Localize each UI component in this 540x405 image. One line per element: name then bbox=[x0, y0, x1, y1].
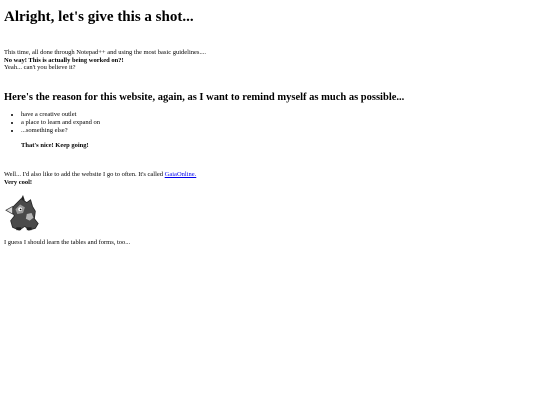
list-item: ...something else? bbox=[21, 127, 534, 135]
reason-heading: Here's the reason for this website, agai… bbox=[4, 91, 405, 103]
gaia-mascot-icon bbox=[5, 194, 39, 231]
page-content: Alright, let's give this a shot... This … bbox=[4, 0, 534, 247]
website-reaction: Very cool! bbox=[4, 178, 33, 186]
website-text: Well... I'd also like to add the website… bbox=[4, 170, 165, 178]
gaiaonline-link[interactable]: GaiaOnline. bbox=[165, 171, 197, 178]
list-item: a place to learn and expand on bbox=[21, 119, 534, 127]
intro-line-1: This time, all done through Notepad++ an… bbox=[4, 49, 206, 56]
encouragement-text: That's nice! Keep going! bbox=[21, 141, 89, 149]
reason-list: have a creative outlet a place to learn … bbox=[4, 111, 534, 135]
website-paragraph: Well... I'd also like to add the website… bbox=[4, 171, 534, 187]
intro-paragraph: This time, all done through Notepad++ an… bbox=[4, 49, 534, 72]
intro-line-2: No way! This is actually being worked on… bbox=[4, 56, 124, 64]
intro-line-3: Yeah... can't you believe it? bbox=[4, 64, 76, 71]
closing-text: I guess I should learn the tables and fo… bbox=[4, 238, 131, 246]
list-item: have a creative outlet bbox=[21, 111, 534, 119]
page-title: Alright, let's give this a shot... bbox=[4, 9, 194, 25]
